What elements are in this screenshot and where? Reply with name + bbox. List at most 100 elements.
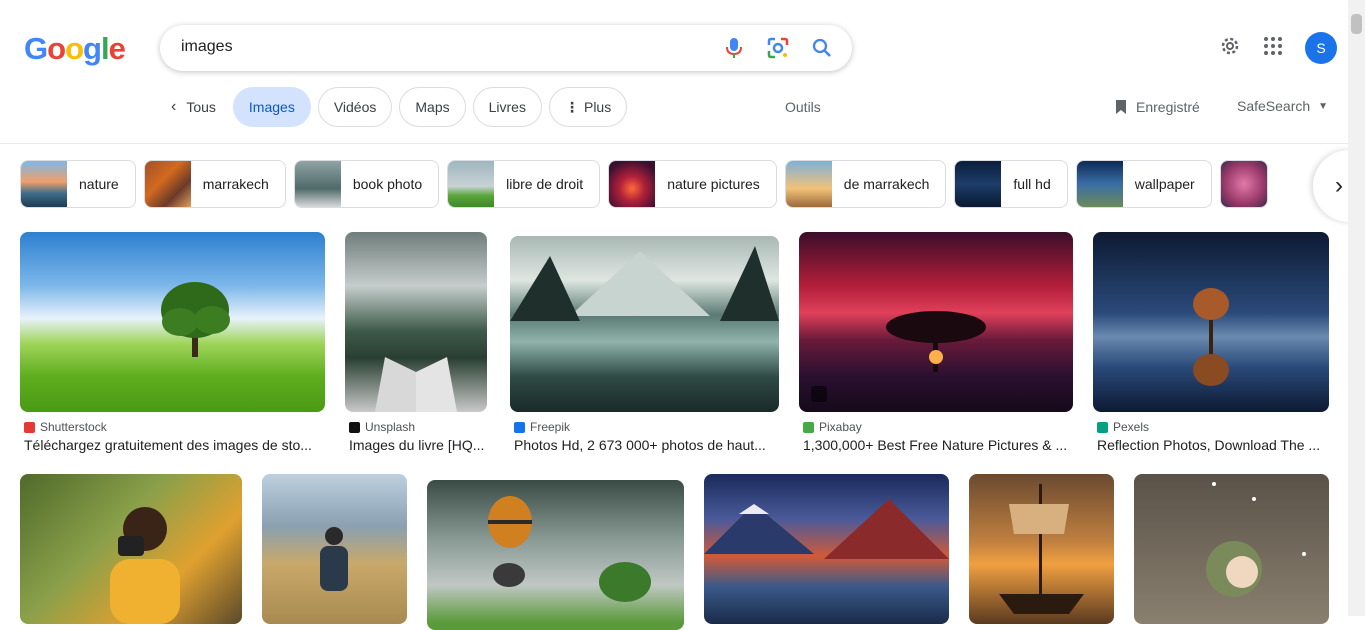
chip-thumbnail xyxy=(955,161,1002,207)
image-result[interactable]: Pexels Reflection Photos, Download The .… xyxy=(1093,232,1329,453)
result-source[interactable]: Unsplash xyxy=(345,420,487,434)
more-vert-icon: ⋮ xyxy=(564,98,579,115)
source-name: Pixabay xyxy=(819,420,862,434)
result-source[interactable]: Pixabay xyxy=(799,420,1073,434)
chip-marrakech[interactable]: marrakech xyxy=(143,160,286,208)
ship-illustration xyxy=(999,484,1084,614)
result-image[interactable] xyxy=(799,232,1073,412)
image-result[interactable]: Unsplash Images du livre [HQ... xyxy=(345,232,487,453)
search-input[interactable]: images xyxy=(181,38,233,56)
avatar[interactable]: S xyxy=(1305,32,1337,64)
red-tree-illustration xyxy=(886,311,986,372)
hiker-illustration xyxy=(320,527,348,591)
chip-thumbnail xyxy=(294,161,341,207)
result-title[interactable]: Photos Hd, 2 673 000+ photos de haut... xyxy=(510,437,779,453)
safesearch-dropdown[interactable]: SafeSearch ▼ xyxy=(1237,98,1328,114)
source-name: Pexels xyxy=(1113,420,1150,434)
chip-label: marrakech xyxy=(202,176,269,192)
scrollbar-thumb[interactable] xyxy=(1351,14,1362,34)
result-title[interactable]: Téléchargez gratuitement des images de s… xyxy=(20,437,325,453)
result-title[interactable]: 1,300,000+ Best Free Nature Pictures & .… xyxy=(799,437,1073,453)
source-name: Shutterstock xyxy=(40,420,107,434)
chip-full-hd[interactable]: full hd xyxy=(954,160,1068,208)
result-image[interactable] xyxy=(1093,232,1329,412)
chip-thumbnail xyxy=(448,161,495,207)
volcano-illustration xyxy=(704,499,949,559)
tab-images[interactable]: Images xyxy=(232,87,311,127)
chip-book-photo[interactable]: book photo xyxy=(293,160,440,208)
chip-label: libre de droit xyxy=(506,176,584,192)
result-image[interactable] xyxy=(345,232,487,412)
balloon-elephant-illustration xyxy=(488,496,651,602)
result-image[interactable] xyxy=(1134,474,1329,624)
chip-label: full hd xyxy=(1013,176,1051,192)
tab-all[interactable]: ‹ Tous xyxy=(165,87,226,127)
image-result[interactable] xyxy=(969,474,1114,624)
result-image[interactable] xyxy=(20,232,325,412)
chip-libre-de-droit[interactable]: libre de droit xyxy=(447,160,601,208)
result-title[interactable]: Reflection Photos, Download The ... xyxy=(1093,437,1329,453)
chevron-left-icon: ‹ xyxy=(171,98,177,115)
result-source[interactable]: Shutterstock xyxy=(20,420,325,434)
chip-label: wallpaper xyxy=(1134,176,1195,192)
result-image[interactable] xyxy=(262,474,407,624)
tab-maps[interactable]: Maps xyxy=(399,87,466,127)
chip-label: book photo xyxy=(352,176,423,192)
result-image[interactable] xyxy=(427,480,684,630)
mountain-lake-illustration xyxy=(510,246,779,321)
result-image[interactable] xyxy=(969,474,1114,624)
result-source[interactable]: Pexels xyxy=(1093,420,1329,434)
image-result[interactable] xyxy=(704,474,949,624)
chip-label: de marrakech xyxy=(843,176,930,192)
image-result[interactable]: Pixabay 1,300,000+ Best Free Nature Pict… xyxy=(799,232,1073,453)
search-icon[interactable] xyxy=(810,36,834,60)
google-logo[interactable]: Google xyxy=(24,31,126,67)
chip-nature[interactable]: nature xyxy=(20,160,136,208)
chip-thumbnail xyxy=(1220,161,1267,207)
result-title[interactable]: Images du livre [HQ... xyxy=(345,437,487,453)
result-image[interactable] xyxy=(510,236,779,412)
reflection-tree-illustration xyxy=(1193,288,1229,386)
tab-all-label: Tous xyxy=(186,99,216,115)
chip-wallpaper[interactable]: wallpaper xyxy=(1075,160,1212,208)
header-actions: S xyxy=(1219,32,1337,64)
chip-nature-pictures[interactable]: nature pictures xyxy=(608,160,777,208)
chip-thumbnail xyxy=(21,161,67,207)
shutterstock-favicon xyxy=(24,421,35,433)
tab-more[interactable]: ⋮ Plus xyxy=(548,87,628,127)
image-result[interactable]: Shutterstock Téléchargez gratuitement de… xyxy=(20,232,325,453)
bookmark-icon xyxy=(1116,100,1126,114)
chip-thumbnail xyxy=(144,161,191,207)
related-chips: nature marrakech book photo libre de dro… xyxy=(20,160,1310,208)
result-image[interactable] xyxy=(704,474,949,624)
microphone-icon[interactable] xyxy=(722,36,746,60)
logo-letter: o xyxy=(47,31,66,66)
search-box[interactable]: images xyxy=(160,25,852,71)
image-result[interactable] xyxy=(427,474,684,630)
chip-rose[interactable] xyxy=(1219,160,1268,208)
tree-illustration xyxy=(161,282,230,357)
apps-grid-icon[interactable] xyxy=(1263,36,1283,61)
tools-button[interactable]: Outils xyxy=(785,99,821,115)
chip-de-marrakech[interactable]: de marrakech xyxy=(784,160,947,208)
pixabay-favicon xyxy=(803,421,814,433)
saved-button[interactable]: Enregistré xyxy=(1114,99,1200,115)
image-result[interactable] xyxy=(20,474,242,624)
gear-icon[interactable] xyxy=(1219,35,1241,62)
freepik-favicon xyxy=(514,421,525,433)
tab-videos[interactable]: Vidéos xyxy=(317,87,393,127)
result-image[interactable] xyxy=(20,474,242,624)
tab-books[interactable]: Livres xyxy=(472,87,542,127)
image-result[interactable] xyxy=(1134,474,1329,624)
logo-letter: e xyxy=(108,31,126,66)
camera-lens-icon[interactable] xyxy=(766,36,790,60)
image-result[interactable] xyxy=(262,474,407,624)
logo-letter: g xyxy=(83,31,102,66)
book-illustration xyxy=(375,357,457,412)
page-scrollbar[interactable] xyxy=(1348,0,1365,616)
chip-label: nature xyxy=(79,176,119,192)
result-source[interactable]: Freepik xyxy=(510,420,779,434)
chip-thumbnail xyxy=(785,161,832,207)
image-result[interactable]: Freepik Photos Hd, 2 673 000+ photos de … xyxy=(510,232,779,453)
chip-label: nature pictures xyxy=(667,176,760,192)
